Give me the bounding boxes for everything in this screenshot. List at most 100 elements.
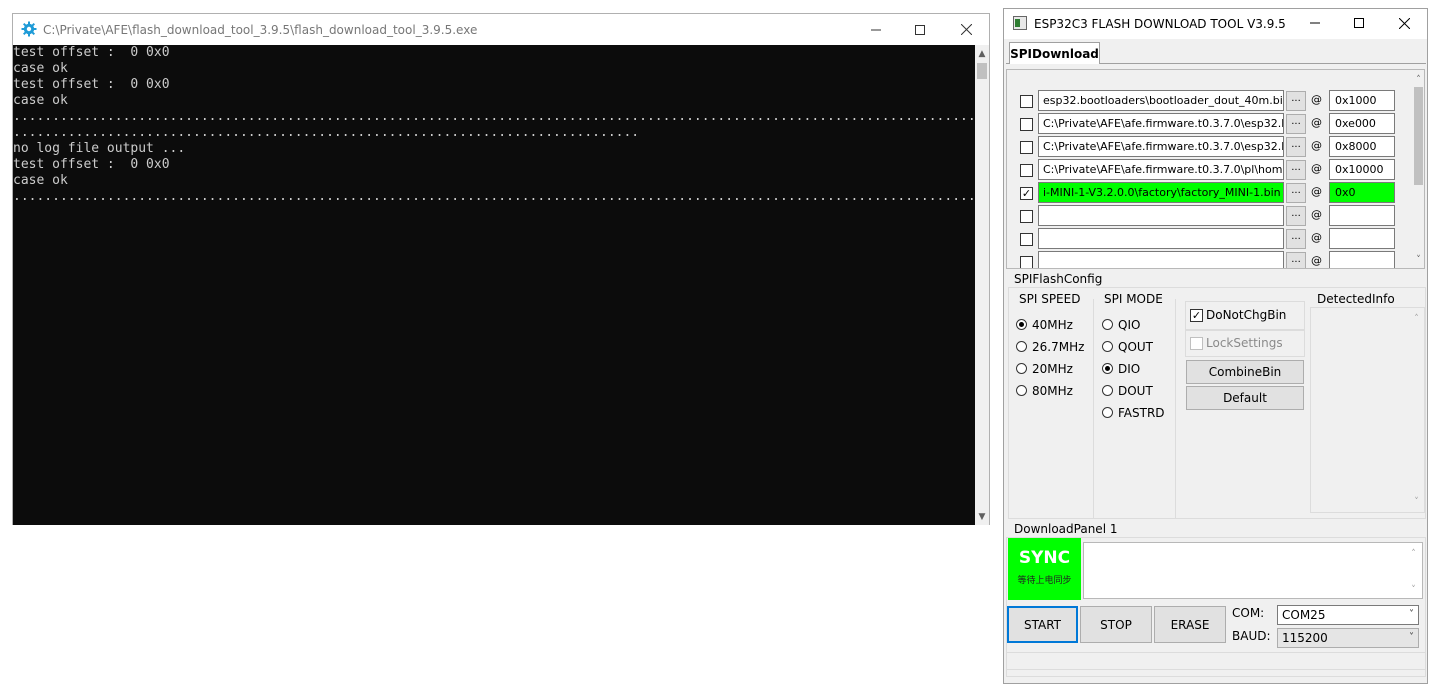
file-path-input[interactable]: esp32.bootloaders\bootloader_dout_40m.bi… [1038, 90, 1284, 111]
com-value: COM25 [1282, 608, 1326, 622]
radio-label: DIO [1118, 362, 1141, 376]
spi-mode-label: SPI MODE [1104, 292, 1163, 306]
console-titlebar[interactable]: C:\Private\AFE\flash_download_tool_3.9.5… [13, 14, 989, 45]
lock-settings-checkbox[interactable]: LockSettings [1185, 329, 1305, 357]
file-path-input[interactable]: C:\Private\AFE\afe.firmware.t0.3.7.0\esp… [1038, 136, 1284, 157]
sync-status-indicator: SYNC 等待上电同步 [1008, 538, 1081, 600]
address-input[interactable] [1329, 228, 1395, 249]
start-button[interactable]: START [1007, 606, 1078, 643]
scroll-up-icon[interactable]: ▲ [975, 45, 989, 62]
browse-button[interactable]: ... [1286, 183, 1306, 203]
combine-bin-button[interactable]: CombineBin [1186, 360, 1304, 384]
browse-button[interactable]: ... [1286, 137, 1306, 157]
file-path-input[interactable]: C:\Private\AFE\afe.firmware.t0.3.7.0\esp… [1038, 113, 1284, 134]
address-input[interactable]: 0x0 [1329, 182, 1395, 203]
scroll-thumb[interactable] [1414, 87, 1423, 185]
at-label: @ [1311, 93, 1322, 106]
console-window: C:\Private\AFE\flash_download_tool_3.9.5… [12, 13, 990, 525]
radio-label: 26.7MHz [1032, 340, 1085, 354]
maximize-button[interactable] [897, 14, 943, 45]
address-input[interactable] [1329, 205, 1395, 226]
baud-select[interactable]: 115200 ˅ [1277, 628, 1419, 648]
browse-button[interactable]: ... [1286, 252, 1306, 268]
tool-titlebar[interactable]: ESP32C3 FLASH DOWNLOAD TOOL V3.9.5 [1004, 9, 1427, 39]
at-label: @ [1311, 254, 1322, 267]
download-log-box[interactable]: ˄ ˅ [1083, 542, 1423, 599]
file-path-input[interactable] [1038, 251, 1284, 268]
tab-spidownload[interactable]: SPIDownload [1009, 42, 1100, 64]
file-checkbox[interactable] [1020, 164, 1033, 177]
at-label: @ [1311, 162, 1322, 175]
file-path-input[interactable]: C:\Private\AFE\afe.firmware.t0.3.7.0\pl\… [1038, 159, 1284, 180]
file-checkbox[interactable] [1020, 256, 1033, 268]
file-row: C:\Private\AFE\afe.firmware.t0.3.7.0\pl\… [1007, 159, 1407, 182]
browse-button[interactable]: ... [1286, 114, 1306, 134]
checkbox-icon: ✓ [1190, 309, 1203, 322]
radio-icon [1102, 385, 1113, 396]
scroll-down-icon[interactable]: ˅ [1410, 493, 1423, 510]
scroll-down-icon[interactable]: ▼ [975, 508, 989, 525]
file-path-input[interactable] [1038, 205, 1284, 226]
file-path-input[interactable] [1038, 228, 1284, 249]
file-list-scrollbar[interactable]: ˄ ˅ [1412, 71, 1424, 268]
radio-icon [1016, 385, 1027, 396]
console-output[interactable]: test offset : 0 0x0 case ok test offset … [13, 45, 975, 525]
console-scrollbar[interactable]: ▲ ▼ [975, 45, 989, 525]
file-path-input[interactable]: i-MINI-1-V3.2.0.0\factory\factory_MINI-1… [1038, 182, 1284, 203]
scroll-thumb[interactable] [977, 63, 987, 79]
com-select[interactable]: COM25 ˅ [1277, 605, 1419, 625]
file-row: ... @ [1007, 205, 1407, 228]
maximize-icon [1354, 18, 1364, 28]
scroll-up-icon[interactable]: ˄ [1410, 310, 1423, 327]
console-line: test offset : 0 0x0 [13, 45, 170, 60]
at-label: @ [1311, 139, 1322, 152]
browse-button[interactable]: ... [1286, 160, 1306, 180]
close-button[interactable] [1381, 9, 1427, 37]
at-label: @ [1311, 116, 1322, 129]
console-line: no log file output ... [13, 141, 186, 156]
checkbox-label: DoNotChgBin [1206, 308, 1287, 322]
address-input[interactable]: 0xe000 [1329, 113, 1395, 134]
minimize-icon [871, 29, 881, 30]
browse-button[interactable]: ... [1286, 91, 1306, 111]
console-line: case ok [13, 61, 68, 76]
close-button[interactable] [943, 14, 989, 45]
console-line: case ok [13, 173, 68, 188]
default-button[interactable]: Default [1186, 386, 1304, 410]
file-checkbox[interactable]: ✓ [1020, 187, 1033, 200]
browse-button[interactable]: ... [1286, 229, 1306, 249]
radio-label: 20MHz [1032, 362, 1073, 376]
scroll-down-icon[interactable]: ˅ [1407, 581, 1420, 598]
minimize-button[interactable] [853, 14, 899, 45]
file-checkbox[interactable] [1020, 118, 1033, 131]
radio-icon [1102, 407, 1113, 418]
file-list: esp32.bootloaders\bootloader_dout_40m.bi… [1006, 69, 1425, 269]
address-input[interactable] [1329, 251, 1395, 268]
scroll-up-icon[interactable]: ˄ [1412, 71, 1424, 88]
maximize-button[interactable] [1336, 9, 1382, 37]
com-label: COM: [1232, 606, 1265, 620]
address-input[interactable]: 0x10000 [1329, 159, 1395, 180]
do-not-chg-bin-checkbox[interactable]: ✓ DoNotChgBin [1185, 301, 1305, 331]
address-input[interactable]: 0x1000 [1329, 90, 1395, 111]
tool-title: ESP32C3 FLASH DOWNLOAD TOOL V3.9.5 [1034, 17, 1286, 31]
radio-icon [1102, 341, 1113, 352]
erase-button[interactable]: ERASE [1154, 606, 1226, 643]
radio-label: QIO [1118, 318, 1141, 332]
scroll-down-icon[interactable]: ˅ [1412, 251, 1424, 268]
at-label: @ [1311, 231, 1322, 244]
file-checkbox[interactable] [1020, 233, 1033, 246]
scroll-up-icon[interactable]: ˄ [1407, 545, 1420, 562]
file-row: ... @ [1007, 228, 1407, 251]
file-checkbox[interactable] [1020, 141, 1033, 154]
file-checkbox[interactable] [1020, 210, 1033, 223]
stop-button[interactable]: STOP [1080, 606, 1152, 643]
file-checkbox[interactable] [1020, 95, 1033, 108]
app-icon [1013, 16, 1027, 30]
divider [1175, 299, 1176, 519]
radio-icon [1016, 363, 1027, 374]
address-input[interactable]: 0x8000 [1329, 136, 1395, 157]
detected-info-box[interactable]: ˄ ˅ [1310, 307, 1425, 513]
browse-button[interactable]: ... [1286, 206, 1306, 226]
minimize-button[interactable] [1292, 9, 1338, 37]
